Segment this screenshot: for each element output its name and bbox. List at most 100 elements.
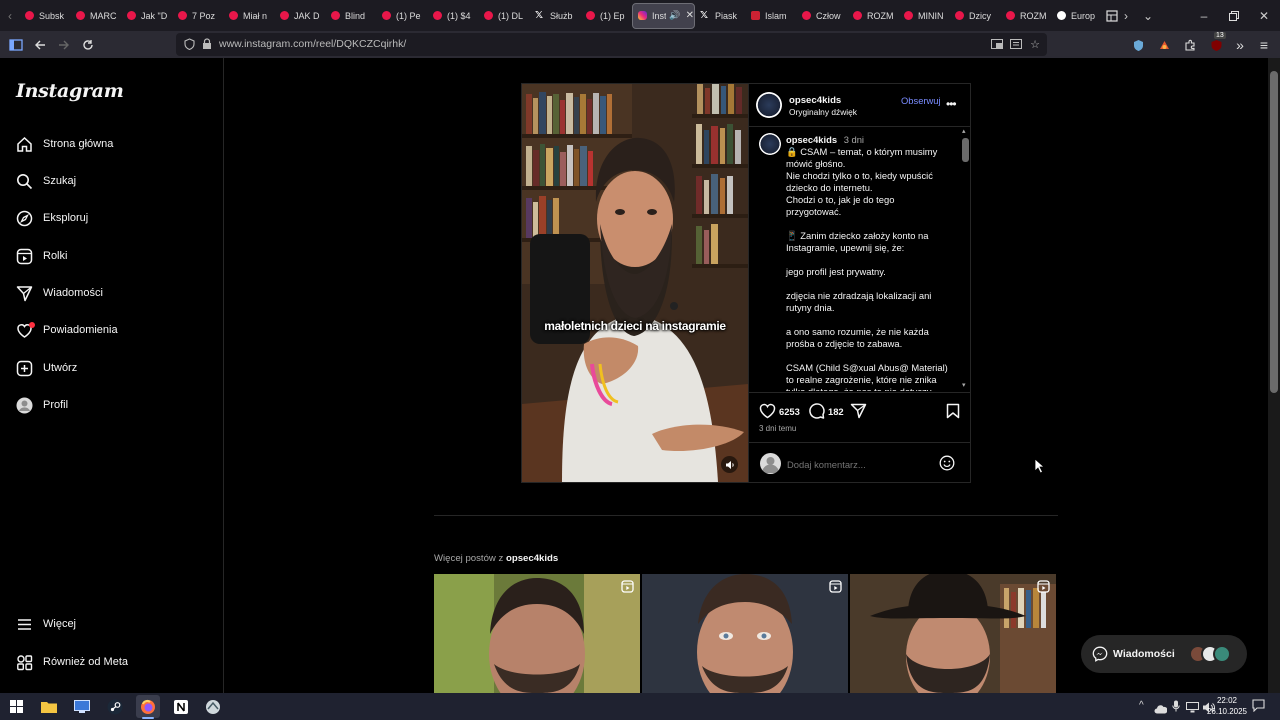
show-hidden-icons-icon[interactable]: ^: [1139, 700, 1144, 711]
browser-tab[interactable]: (1) DL: [479, 3, 530, 29]
tab-scroll-right-icon[interactable]: ›: [1120, 0, 1132, 31]
emoji-icon[interactable]: [939, 455, 955, 476]
forward-icon[interactable]: [54, 35, 74, 55]
likes-count[interactable]: 6253: [779, 406, 800, 417]
browser-tab[interactable]: 𝕏 Służb: [530, 3, 581, 29]
browser-tab[interactable]: 7 Poz: [173, 3, 224, 29]
sidebar-toggle-icon[interactable]: [6, 35, 26, 55]
browser-tab[interactable]: Dzicy: [950, 3, 1001, 29]
share-icon[interactable]: [850, 403, 867, 424]
browser-tab[interactable]: 𝕏 Piask: [695, 3, 746, 29]
picture-in-picture-icon[interactable]: [990, 37, 1004, 51]
more-post-thumbnail[interactable]: [850, 574, 1056, 693]
nav-explore[interactable]: Eksploruj: [16, 206, 206, 230]
browser-tab[interactable]: Europ: [1052, 3, 1103, 29]
browser-tab[interactable]: Islam: [746, 3, 797, 29]
nav-notifications[interactable]: Powiadomienia: [16, 318, 206, 342]
clock-time[interactable]: 22:02: [1212, 696, 1242, 705]
tab-overview-icon[interactable]: [1104, 0, 1120, 31]
avatar-icon: [16, 397, 33, 414]
reload-icon[interactable]: [78, 35, 98, 55]
save-bookmark-icon[interactable]: [946, 403, 960, 424]
vpn-extension-icon[interactable]: [1128, 35, 1148, 55]
follow-button[interactable]: Obserwuj: [901, 95, 941, 106]
address-bar[interactable]: www.instagram.com/reel/DQKCZCqirhk/ ☆: [176, 33, 1047, 56]
addon-extension-icon[interactable]: [1154, 35, 1174, 55]
browser-tab[interactable]: MININ: [899, 3, 950, 29]
steam-icon[interactable]: [103, 695, 127, 718]
ublock-extension-icon[interactable]: 13: [1206, 32, 1226, 55]
notification-center-icon[interactable]: [1252, 699, 1265, 717]
bookmark-star-icon[interactable]: ☆: [1028, 37, 1042, 51]
browser-tab[interactable]: (1) Pe: [377, 3, 428, 29]
browser-tab[interactable]: JAK D: [275, 3, 326, 29]
browser-tab[interactable]: Człow: [797, 3, 848, 29]
close-window-icon[interactable]: ✕: [1256, 0, 1272, 31]
browser-tab[interactable]: ROZM: [848, 3, 899, 29]
list-all-tabs-icon[interactable]: ⌄: [1140, 0, 1156, 31]
nav-profile[interactable]: Profil: [16, 393, 206, 417]
caption-author[interactable]: opsec4kids: [786, 134, 837, 145]
nav-also-from-meta[interactable]: Również od Meta: [16, 650, 206, 674]
reel-video[interactable]: małoletnich dzieci na instagramie: [522, 84, 748, 482]
nav-more[interactable]: Więcej: [16, 612, 206, 636]
mute-icon[interactable]: [721, 456, 738, 473]
notion-icon[interactable]: [169, 695, 193, 718]
nav-home[interactable]: Strona główna: [16, 132, 206, 156]
browser-tab[interactable]: Jak "D: [122, 3, 173, 29]
close-tab-icon[interactable]: ✕: [686, 10, 694, 21]
comment-input[interactable]: [787, 456, 937, 472]
app-menu-icon[interactable]: ≡: [1254, 35, 1274, 55]
clock-date[interactable]: 26.10.2025: [1200, 707, 1254, 716]
author-avatar[interactable]: [756, 92, 782, 118]
messages-floating-button[interactable]: Wiadomości: [1081, 635, 1247, 673]
extensions-puzzle-icon[interactable]: [1180, 35, 1200, 55]
more-post-thumbnail[interactable]: [434, 574, 640, 693]
nav-create[interactable]: Utwórz: [16, 356, 206, 380]
browser-tab-active[interactable]: Inst 🔊 ✕: [632, 2, 695, 29]
onedrive-icon[interactable]: [1154, 701, 1168, 719]
nav-messages[interactable]: Wiadomości: [16, 281, 206, 305]
minimize-icon[interactable]: –: [1196, 0, 1212, 31]
caption-scroll-down-icon[interactable]: ▾: [962, 381, 966, 389]
page-scrollbar-thumb[interactable]: [1270, 71, 1278, 393]
browser-tab[interactable]: (1) $4: [428, 3, 479, 29]
comments-count[interactable]: 182: [828, 406, 844, 417]
caption-header: opsec4kids 3 dni: [786, 134, 958, 146]
tracking-shield-icon[interactable]: [182, 37, 196, 51]
more-posts-user[interactable]: opsec4kids: [506, 553, 558, 564]
like-icon[interactable]: [759, 403, 776, 424]
remote-desktop-icon[interactable]: [70, 695, 94, 718]
tab-audio-icon[interactable]: 🔊: [669, 10, 680, 21]
browser-tab[interactable]: Blind: [326, 3, 377, 29]
caption-scrollbar-thumb[interactable]: [962, 138, 969, 162]
caption-scroll-up-icon[interactable]: ▴: [962, 127, 966, 135]
browser-tab[interactable]: (1) Ep: [581, 3, 632, 29]
tab-scroll-left-icon[interactable]: ‹: [0, 0, 20, 31]
overflow-chevron-icon[interactable]: »: [1230, 35, 1250, 55]
audio-label[interactable]: Oryginalny dźwięk: [789, 107, 857, 117]
browser-tab[interactable]: Subsk: [20, 3, 71, 29]
lock-icon[interactable]: [200, 37, 214, 51]
network-icon[interactable]: [1186, 700, 1199, 718]
post-author-name[interactable]: opsec4kids: [789, 95, 841, 106]
file-explorer-icon[interactable]: [37, 695, 61, 718]
browser-tab[interactable]: ROZM: [1001, 3, 1052, 29]
game-app-icon[interactable]: [201, 695, 225, 718]
instagram-logo[interactable]: Instagram: [16, 80, 124, 102]
posted-ago[interactable]: 3 dni temu: [759, 424, 796, 433]
firefox-taskbar-icon[interactable]: [136, 695, 160, 719]
nav-reels[interactable]: Rolki: [16, 244, 206, 268]
browser-tab[interactable]: Miał n: [224, 3, 275, 29]
reader-view-icon[interactable]: [1009, 37, 1023, 51]
more-options-icon[interactable]: •••: [946, 97, 957, 111]
windows-start-icon[interactable]: [4, 695, 28, 718]
nav-search[interactable]: Szukaj: [16, 169, 206, 193]
restore-icon[interactable]: [1226, 0, 1242, 31]
browser-tab[interactable]: MARC: [71, 3, 122, 29]
back-icon[interactable]: [30, 35, 50, 55]
comment-icon[interactable]: [808, 403, 825, 424]
microphone-icon[interactable]: [1172, 699, 1180, 717]
more-post-thumbnail[interactable]: [642, 574, 848, 693]
caption-avatar[interactable]: [759, 133, 781, 155]
